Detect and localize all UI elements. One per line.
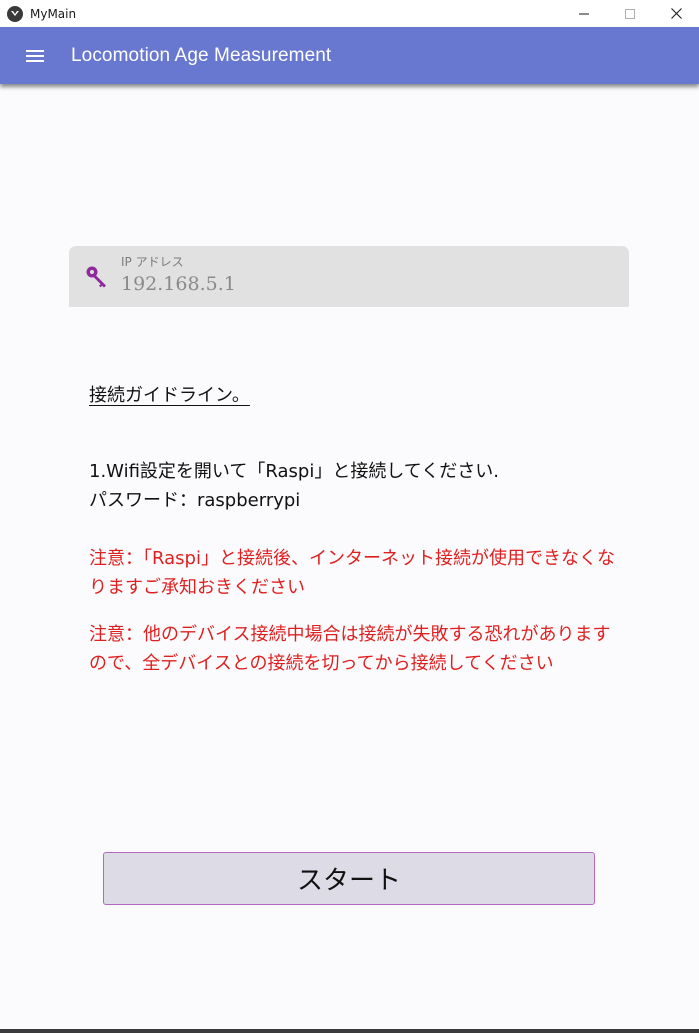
window-controls (561, 0, 699, 27)
guide-step-1-password: パスワード：raspberrypi (89, 490, 301, 511)
guide-heading: 接続ガイドライン。 (89, 385, 250, 406)
ip-address-label: IP アドレス (121, 255, 184, 269)
warning-other-devices: 注意：他のデバイス接続中場合は接続が失敗する恐れがありますので、全デバイスとの接… (89, 624, 611, 674)
maximize-icon (625, 8, 635, 19)
minimize-button[interactable] (561, 0, 607, 27)
window-titlebar: MyMain (0, 0, 699, 27)
maximize-button[interactable] (607, 0, 653, 27)
hamburger-menu-icon (26, 49, 44, 62)
close-icon (670, 8, 682, 19)
menu-button[interactable] (20, 41, 50, 71)
window-bottom-border (0, 1029, 699, 1033)
ip-address-input[interactable]: 192.168.5.1 (121, 273, 236, 295)
start-button[interactable]: スタート (103, 852, 595, 905)
key-icon (86, 266, 106, 288)
ip-address-field[interactable]: IP アドレス 192.168.5.1 (69, 246, 629, 307)
window-title: MyMain (30, 6, 77, 21)
guide-step-1-instruction: 1.Wifi設定を開いて「Raspi」と接続してください. (89, 461, 499, 482)
warning-internet: 注意：「Raspi」と接続後、インターネット接続が使用できなくなりますご承知おき… (89, 548, 615, 598)
minimize-icon (579, 13, 589, 14)
close-button[interactable] (653, 0, 699, 27)
app-logo-icon (7, 5, 23, 22)
app-bar: Locomotion Age Measurement (0, 27, 699, 84)
guide-step-1: 1.Wifi設定を開いて「Raspi」と接続してください. パスワード：rasp… (89, 457, 499, 515)
app-window: MyMain Locomotion Age Measurement IP アドレ… (0, 0, 699, 1033)
app-title: Locomotion Age Measurement (71, 44, 332, 66)
